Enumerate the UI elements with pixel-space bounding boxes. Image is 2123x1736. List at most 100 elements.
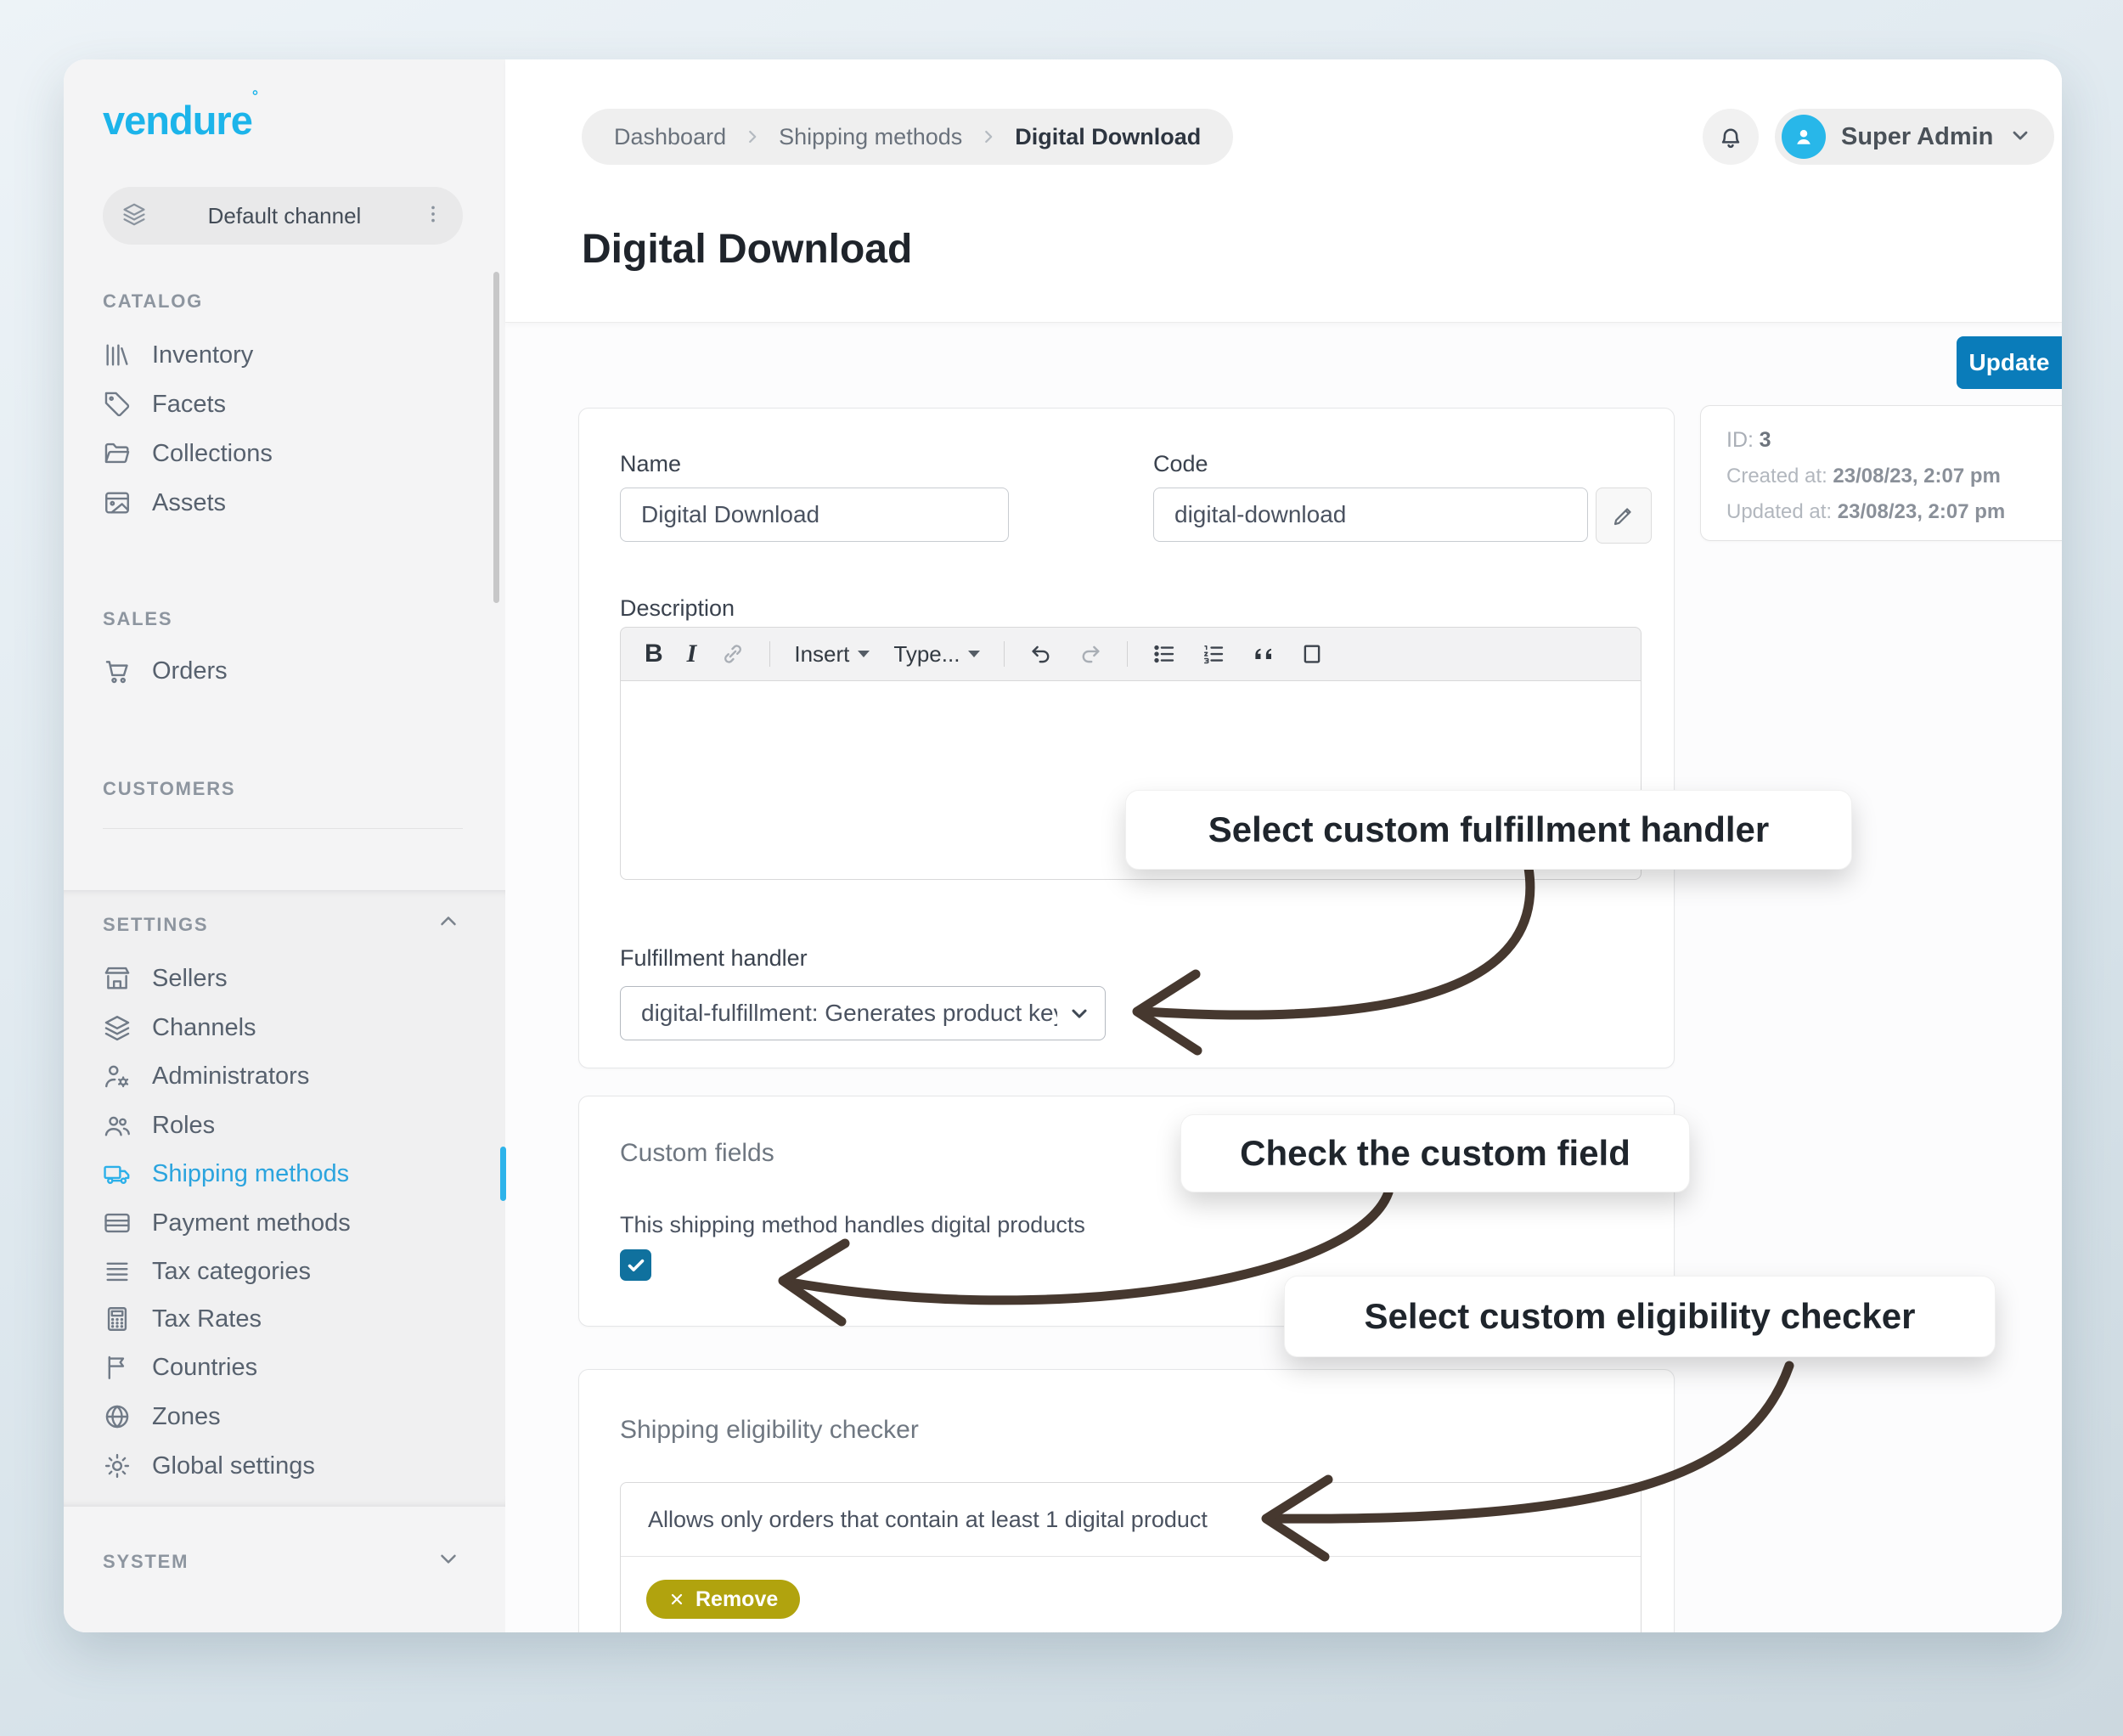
- credit-card-icon: [103, 1209, 132, 1237]
- image-icon: [103, 488, 132, 517]
- page-header: Dashboard Shipping methods Digital Downl…: [505, 59, 2062, 323]
- digital-products-field-label: This shipping method handles digital pro…: [620, 1212, 1085, 1238]
- eligibility-checker-description: Allows only orders that contain at least…: [621, 1483, 1641, 1557]
- logo-mark: °: [252, 87, 257, 104]
- breadcrumb-shipping-methods[interactable]: Shipping methods: [779, 124, 962, 150]
- chevron-down-icon: [436, 1546, 461, 1571]
- sidebar-item-zones[interactable]: Zones: [103, 1398, 221, 1435]
- user-name: Super Admin: [1841, 123, 1993, 151]
- cart-icon: [103, 657, 132, 685]
- link-button[interactable]: [720, 641, 746, 667]
- name-input[interactable]: [620, 488, 1009, 542]
- flag-icon: [103, 1353, 132, 1382]
- sidebar-item-sellers[interactable]: Sellers: [103, 960, 228, 997]
- page-title: Digital Download: [582, 226, 912, 273]
- bullet-list-icon: [1152, 641, 1177, 667]
- sidebar-item-countries[interactable]: Countries: [103, 1349, 257, 1386]
- active-nav-indicator: [500, 1147, 506, 1201]
- created-value: 23/08/23, 2:07 pm: [1833, 465, 2000, 488]
- ordered-list-button[interactable]: [1201, 641, 1226, 667]
- tag-icon: [103, 390, 132, 419]
- update-button[interactable]: Update: [1957, 336, 2062, 389]
- layers-icon: [103, 1013, 132, 1042]
- blockquote-button[interactable]: [1250, 641, 1275, 667]
- code-block-button[interactable]: [1299, 641, 1325, 667]
- details-card: Name Code Description B I: [578, 408, 1675, 1068]
- code-label: Code: [1153, 451, 1208, 477]
- sidebar-item-tax-categories[interactable]: Tax categories: [103, 1253, 311, 1290]
- kebab-menu-icon[interactable]: [422, 203, 444, 229]
- entity-info-panel: ID: 3 Created at: 23/08/23, 2:07 pm Upda…: [1700, 405, 2062, 541]
- avatar: [1782, 115, 1826, 159]
- chevron-down-icon: [1067, 1001, 1091, 1025]
- breadcrumb-current: Digital Download: [1015, 124, 1201, 150]
- section-header-catalog: CATALOG: [103, 290, 203, 313]
- sidebar-item-inventory[interactable]: Inventory: [103, 336, 253, 374]
- callout-select-fulfillment-handler: Select custom fulfillment handler: [1125, 790, 1852, 870]
- chevron-right-icon: [979, 127, 998, 146]
- id-value: 3: [1760, 428, 1771, 452]
- remove-checker-button[interactable]: Remove: [646, 1580, 800, 1619]
- code-input[interactable]: [1153, 488, 1588, 542]
- eligibility-checker-title: Shipping eligibility checker: [620, 1416, 919, 1445]
- chevron-right-icon: [743, 127, 762, 146]
- quote-icon: [1250, 641, 1275, 667]
- italic-button[interactable]: I: [687, 640, 697, 668]
- section-header-customers: CUSTOMERS: [103, 778, 235, 800]
- sidebar-item-global-settings[interactable]: Global settings: [103, 1447, 315, 1485]
- toolbar-divider: [769, 641, 770, 667]
- ordered-list-icon: [1201, 641, 1226, 667]
- sidebar-item-administrators[interactable]: Administrators: [103, 1057, 309, 1095]
- digital-products-checkbox[interactable]: [620, 1249, 651, 1281]
- store-icon: [103, 964, 132, 993]
- sidebar: vendure° Default channel CATALOG Invento…: [64, 59, 505, 1632]
- sidebar-item-orders[interactable]: Orders: [103, 652, 228, 690]
- insert-dropdown[interactable]: Insert: [794, 641, 870, 668]
- bold-button[interactable]: B: [645, 640, 663, 668]
- close-icon: [668, 1591, 685, 1608]
- toolbar-divider: [1004, 641, 1005, 667]
- sidebar-item-shipping-methods[interactable]: Shipping methods: [103, 1155, 349, 1192]
- notifications-button[interactable]: [1703, 109, 1759, 165]
- sidebar-item-facets[interactable]: Facets: [103, 386, 226, 423]
- caret-down-icon: [858, 651, 870, 657]
- expand-system-button[interactable]: [436, 1546, 461, 1571]
- redo-button[interactable]: [1078, 641, 1103, 667]
- sidebar-item-roles[interactable]: Roles: [103, 1107, 215, 1144]
- sidebar-scrollbar[interactable]: [493, 272, 499, 603]
- pencil-icon: [1611, 503, 1636, 528]
- calculator-icon: [103, 1305, 132, 1333]
- collapse-settings-button[interactable]: [436, 909, 461, 934]
- editor-toolbar: B I Insert Type...: [620, 627, 1642, 681]
- globe-icon: [103, 1402, 132, 1431]
- fulfillment-handler-label: Fulfillment handler: [620, 945, 808, 972]
- sidebar-item-payment-methods[interactable]: Payment methods: [103, 1204, 351, 1242]
- channel-selector[interactable]: Default channel: [103, 187, 463, 245]
- chevron-up-icon: [436, 909, 461, 934]
- app-window: vendure° Default channel CATALOG Invento…: [64, 59, 2062, 1632]
- chevron-down-icon: [2008, 123, 2032, 151]
- bullet-list-button[interactable]: [1152, 641, 1177, 667]
- sidebar-item-collections[interactable]: Collections: [103, 435, 273, 472]
- link-icon: [720, 641, 746, 667]
- user-icon: [1791, 124, 1816, 149]
- undo-button[interactable]: [1028, 641, 1054, 667]
- breadcrumb-dashboard[interactable]: Dashboard: [614, 124, 726, 150]
- breadcrumb: Dashboard Shipping methods Digital Downl…: [582, 109, 1233, 165]
- sidebar-item-tax-rates[interactable]: Tax Rates: [103, 1300, 262, 1338]
- updated-label: Updated at:: [1726, 500, 1832, 523]
- type-dropdown[interactable]: Type...: [893, 641, 980, 668]
- created-label: Created at:: [1726, 465, 1827, 488]
- section-header-settings: SETTINGS: [103, 914, 208, 936]
- list-icon: [103, 1257, 132, 1286]
- id-label: ID:: [1726, 428, 1754, 452]
- check-icon: [626, 1255, 646, 1276]
- folder-icon: [103, 439, 132, 468]
- fulfillment-handler-select[interactable]: digital-fulfillment: Generates product k…: [620, 986, 1106, 1040]
- sidebar-item-assets[interactable]: Assets: [103, 484, 226, 521]
- user-menu[interactable]: Super Admin: [1775, 109, 2054, 165]
- toolbar-divider: [1127, 641, 1128, 667]
- edit-code-button[interactable]: [1596, 488, 1652, 544]
- sidebar-item-channels[interactable]: Channels: [103, 1009, 256, 1046]
- books-icon: [103, 341, 132, 369]
